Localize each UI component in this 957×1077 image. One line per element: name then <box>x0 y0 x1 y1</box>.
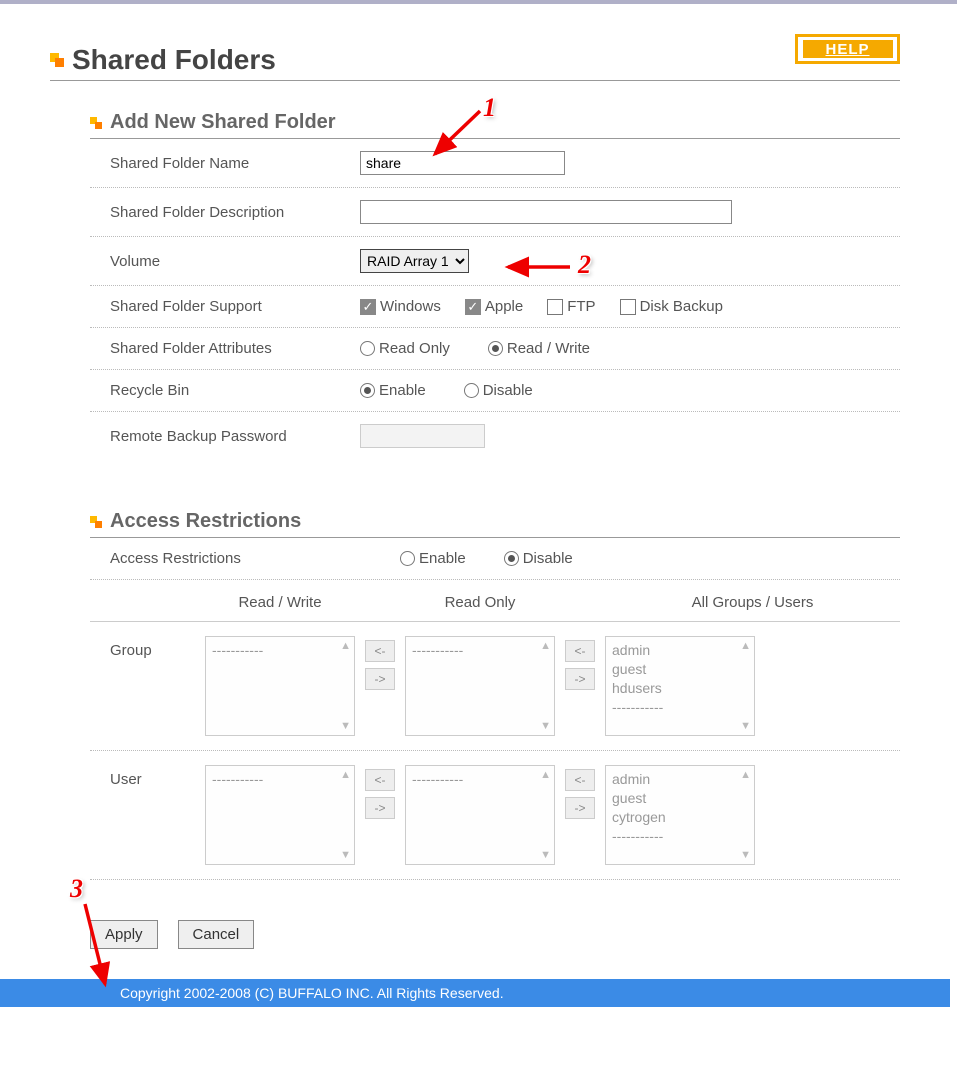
attrs-label: Shared Folder Attributes <box>110 340 360 357</box>
list-item: ----------- <box>612 698 738 717</box>
radio-icon <box>504 551 519 566</box>
attrs-rw-label: Read / Write <box>507 340 590 357</box>
list-item: ----------- <box>212 770 338 789</box>
access-disable-radio[interactable]: Disable <box>504 550 573 567</box>
access-enable-label: Enable <box>419 550 466 567</box>
group-all-move-left-button[interactable]: <- <box>565 640 595 662</box>
section-icon <box>90 516 102 528</box>
access-disable-label: Disable <box>523 550 573 567</box>
scroll-up-icon: ▲ <box>540 640 551 652</box>
access-restrictions-label: Access Restrictions <box>110 550 400 567</box>
checkbox-icon: ✓ <box>360 299 376 315</box>
list-item: ----------- <box>212 641 338 660</box>
user-rw-listbox[interactable]: ▲ ----------- ▼ <box>205 765 355 865</box>
support-apple-checkbox[interactable]: ✓Apple <box>465 298 523 315</box>
radio-icon <box>360 383 375 398</box>
support-windows-label: Windows <box>380 298 441 315</box>
list-item: ----------- <box>412 641 538 660</box>
list-item: hdusers <box>612 679 738 698</box>
folder-name-label: Shared Folder Name <box>110 155 360 172</box>
user-all-move-left-button[interactable]: <- <box>565 769 595 791</box>
title-icon <box>50 53 64 67</box>
user-move-right-button[interactable]: -> <box>365 797 395 819</box>
attrs-readonly-radio[interactable]: Read Only <box>360 340 450 357</box>
scroll-down-icon: ▼ <box>740 849 751 861</box>
remote-pw-label: Remote Backup Password <box>110 428 360 445</box>
section-title-add: Add New Shared Folder <box>110 111 336 134</box>
scroll-down-icon: ▼ <box>740 720 751 732</box>
list-item: guest <box>612 660 738 679</box>
help-label: HELP <box>803 40 893 58</box>
section-title-access: Access Restrictions <box>110 510 301 533</box>
scroll-up-icon: ▲ <box>740 640 751 652</box>
radio-icon <box>360 341 375 356</box>
support-label: Shared Folder Support <box>110 298 360 315</box>
list-item: cytrogen <box>612 808 738 827</box>
page-title: Shared Folders <box>72 44 276 76</box>
scroll-down-icon: ▼ <box>340 849 351 861</box>
radio-icon <box>488 341 503 356</box>
group-row-label: Group <box>110 636 205 736</box>
scroll-up-icon: ▲ <box>540 769 551 781</box>
support-apple-label: Apple <box>485 298 523 315</box>
radio-icon <box>464 383 479 398</box>
col-header-rw: Read / Write <box>205 594 355 611</box>
section-icon <box>90 117 102 129</box>
support-diskbackup-checkbox[interactable]: Disk Backup <box>620 298 723 315</box>
recycle-enable-radio[interactable]: Enable <box>360 382 426 399</box>
scroll-up-icon: ▲ <box>340 769 351 781</box>
list-item: admin <box>612 641 738 660</box>
scroll-up-icon: ▲ <box>340 640 351 652</box>
footer-copyright: Copyright 2002-2008 (C) BUFFALO INC. All… <box>0 979 950 1007</box>
user-row-label: User <box>110 765 205 865</box>
checkbox-icon: ✓ <box>465 299 481 315</box>
list-item: ----------- <box>412 770 538 789</box>
support-diskbackup-label: Disk Backup <box>640 298 723 315</box>
list-item: admin <box>612 770 738 789</box>
recycle-disable-label: Disable <box>483 382 533 399</box>
attrs-readwrite-radio[interactable]: Read / Write <box>488 340 590 357</box>
group-all-move-right-button[interactable]: -> <box>565 668 595 690</box>
checkbox-icon <box>547 299 563 315</box>
support-ftp-checkbox[interactable]: FTP <box>547 298 595 315</box>
support-windows-checkbox[interactable]: ✓Windows <box>360 298 441 315</box>
group-move-left-button[interactable]: <- <box>365 640 395 662</box>
support-ftp-label: FTP <box>567 298 595 315</box>
folder-name-input[interactable] <box>360 151 565 175</box>
scroll-down-icon: ▼ <box>540 849 551 861</box>
attrs-ro-label: Read Only <box>379 340 450 357</box>
cancel-button[interactable]: Cancel <box>178 920 255 949</box>
recycle-label: Recycle Bin <box>110 382 360 399</box>
access-enable-radio[interactable]: Enable <box>400 550 466 567</box>
group-rw-listbox[interactable]: ▲ ----------- ▼ <box>205 636 355 736</box>
remote-pw-input[interactable] <box>360 424 485 448</box>
list-item: ----------- <box>612 827 738 846</box>
recycle-enable-label: Enable <box>379 382 426 399</box>
user-all-move-right-button[interactable]: -> <box>565 797 595 819</box>
folder-desc-label: Shared Folder Description <box>110 204 360 221</box>
help-button[interactable]: HELP <box>795 34 900 64</box>
volume-label: Volume <box>110 253 360 270</box>
col-header-all: All Groups / Users <box>605 594 900 611</box>
apply-button[interactable]: Apply <box>90 920 158 949</box>
volume-select[interactable]: RAID Array 1 <box>360 249 469 273</box>
scroll-up-icon: ▲ <box>740 769 751 781</box>
radio-icon <box>400 551 415 566</box>
user-all-listbox[interactable]: ▲ admin guest cytrogen ----------- ▼ <box>605 765 755 865</box>
group-move-right-button[interactable]: -> <box>365 668 395 690</box>
group-ro-listbox[interactable]: ▲ ----------- ▼ <box>405 636 555 736</box>
title-divider <box>50 80 900 81</box>
folder-desc-input[interactable] <box>360 200 732 224</box>
col-header-ro: Read Only <box>405 594 555 611</box>
scroll-down-icon: ▼ <box>540 720 551 732</box>
user-ro-listbox[interactable]: ▲ ----------- ▼ <box>405 765 555 865</box>
user-move-left-button[interactable]: <- <box>365 769 395 791</box>
group-all-listbox[interactable]: ▲ admin guest hdusers ----------- ▼ <box>605 636 755 736</box>
list-item: guest <box>612 789 738 808</box>
recycle-disable-radio[interactable]: Disable <box>464 382 533 399</box>
scroll-down-icon: ▼ <box>340 720 351 732</box>
checkbox-icon <box>620 299 636 315</box>
